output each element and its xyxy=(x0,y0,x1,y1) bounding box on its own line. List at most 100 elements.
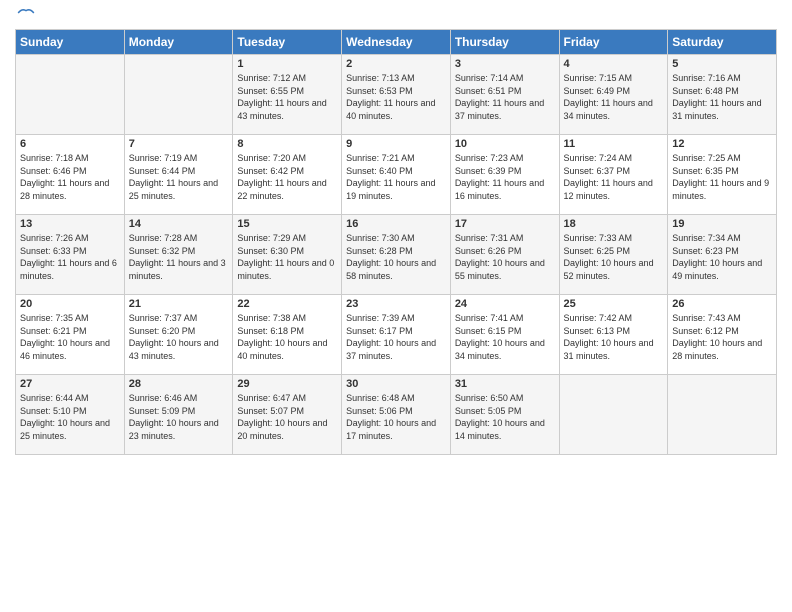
day-number: 31 xyxy=(455,378,555,390)
calendar-cell: 29Sunrise: 6:47 AM Sunset: 5:07 PM Dayli… xyxy=(233,375,342,455)
day-header-wednesday: Wednesday xyxy=(342,30,451,55)
cell-content: Sunrise: 7:23 AM Sunset: 6:39 PM Dayligh… xyxy=(455,152,555,202)
cell-content: Sunrise: 6:44 AM Sunset: 5:10 PM Dayligh… xyxy=(20,392,120,442)
calendar-cell xyxy=(124,55,233,135)
day-number: 23 xyxy=(346,298,446,310)
calendar-cell: 30 Sunrise: 6:48 AM Sunset: 5:06 PM Dayli… xyxy=(342,375,451,455)
calendar-cell: 24 Sunrise: 7:41 AM Sunset: 6:15 PM Dayli… xyxy=(450,295,559,375)
calendar-cell xyxy=(16,55,125,135)
cell-content: Sunrise: 7:43 AM Sunset: 6:12 PM Dayligh… xyxy=(672,312,772,362)
day-number: 14 xyxy=(129,218,229,230)
calendar-cell: 6 Sunrise: 7:18 AM Sunset: 6:46 PM Daylig… xyxy=(16,135,125,215)
day-number: 21 xyxy=(129,298,229,310)
day-number: 11 xyxy=(564,138,664,150)
calendar-cell: 7 Sunrise: 7:19 AM Sunset: 6:44 PM Daylig… xyxy=(124,135,233,215)
day-number: 24 xyxy=(455,298,555,310)
cell-content: Sunrise: 7:42 AM Sunset: 6:13 PM Dayligh… xyxy=(564,312,664,362)
calendar-cell: 2 Sunrise: 7:13 AM Sunset: 6:53 PM Daylig… xyxy=(342,55,451,135)
day-number: 1 xyxy=(237,58,337,70)
day-number: 13 xyxy=(20,218,120,230)
calendar-body: 1 Sunrise: 7:12 AM Sunset: 6:55 PM Daylig… xyxy=(16,55,777,455)
cell-content: Sunrise: 7:13 AM Sunset: 6:53 PM Dayligh… xyxy=(346,72,446,122)
cell-content: Sunrise: 6:46 AM Sunset: 5:09 PM Dayligh… xyxy=(129,392,229,442)
cell-content: Sunrise: 7:37 AM Sunset: 6:20 PM Dayligh… xyxy=(129,312,229,362)
calendar-cell: 15Sunrise: 7:29 AM Sunset: 6:30 PM Dayli… xyxy=(233,215,342,295)
day-header-thursday: Thursday xyxy=(450,30,559,55)
day-number: 2 xyxy=(346,58,446,70)
calendar-cell: 27Sunrise: 6:44 AM Sunset: 5:10 PM Dayli… xyxy=(16,375,125,455)
day-number: 18 xyxy=(564,218,664,230)
calendar-cell: 18 Sunrise: 7:33 AM Sunset: 6:25 PM Dayli… xyxy=(559,215,668,295)
calendar-cell: 12Sunrise: 7:25 AM Sunset: 6:35 PM Dayli… xyxy=(668,135,777,215)
calendar-table: SundayMondayTuesdayWednesdayThursdayFrid… xyxy=(15,29,777,455)
calendar-cell: 5Sunrise: 7:16 AM Sunset: 6:48 PM Daylig… xyxy=(668,55,777,135)
cell-content: Sunrise: 7:28 AM Sunset: 6:32 PM Dayligh… xyxy=(129,232,229,282)
day-header-tuesday: Tuesday xyxy=(233,30,342,55)
day-number: 19 xyxy=(672,218,772,230)
cell-content: Sunrise: 7:35 AM Sunset: 6:21 PM Dayligh… xyxy=(20,312,120,362)
day-number: 15 xyxy=(237,218,337,230)
cell-content: Sunrise: 7:26 AM Sunset: 6:33 PM Dayligh… xyxy=(20,232,120,282)
cell-content: Sunrise: 6:48 AM Sunset: 5:06 PM Dayligh… xyxy=(346,392,446,442)
cell-content: Sunrise: 7:33 AM Sunset: 6:25 PM Dayligh… xyxy=(564,232,664,282)
day-number: 20 xyxy=(20,298,120,310)
day-number: 29 xyxy=(237,378,337,390)
calendar-cell: 3 Sunrise: 7:14 AM Sunset: 6:51 PM Daylig… xyxy=(450,55,559,135)
day-number: 28 xyxy=(129,378,229,390)
cell-content: Sunrise: 7:41 AM Sunset: 6:15 PM Dayligh… xyxy=(455,312,555,362)
calendar-cell: 4 Sunrise: 7:15 AM Sunset: 6:49 PM Daylig… xyxy=(559,55,668,135)
day-number: 10 xyxy=(455,138,555,150)
day-header-monday: Monday xyxy=(124,30,233,55)
calendar-cell: 31 Sunrise: 6:50 AM Sunset: 5:05 PM Dayli… xyxy=(450,375,559,455)
day-header-sunday: Sunday xyxy=(16,30,125,55)
logo xyxy=(15,15,35,19)
calendar-cell: 13 Sunrise: 7:26 AM Sunset: 6:33 PM Dayli… xyxy=(16,215,125,295)
cell-content: Sunrise: 7:12 AM Sunset: 6:55 PM Dayligh… xyxy=(237,72,337,122)
calendar-cell: 21 Sunrise: 7:37 AM Sunset: 6:20 PM Dayli… xyxy=(124,295,233,375)
day-number: 6 xyxy=(20,138,120,150)
calendar-cell: 14 Sunrise: 7:28 AM Sunset: 6:32 PM Dayli… xyxy=(124,215,233,295)
calendar-week-3: 13 Sunrise: 7:26 AM Sunset: 6:33 PM Dayli… xyxy=(16,215,777,295)
calendar-cell: 10 Sunrise: 7:23 AM Sunset: 6:39 PM Dayli… xyxy=(450,135,559,215)
calendar-week-5: 27Sunrise: 6:44 AM Sunset: 5:10 PM Dayli… xyxy=(16,375,777,455)
calendar-cell xyxy=(668,375,777,455)
day-number: 3 xyxy=(455,58,555,70)
day-number: 17 xyxy=(455,218,555,230)
cell-content: Sunrise: 7:24 AM Sunset: 6:37 PM Dayligh… xyxy=(564,152,664,202)
day-number: 22 xyxy=(237,298,337,310)
calendar-cell: 19Sunrise: 7:34 AM Sunset: 6:23 PM Dayli… xyxy=(668,215,777,295)
cell-content: Sunrise: 7:20 AM Sunset: 6:42 PM Dayligh… xyxy=(237,152,337,202)
day-number: 12 xyxy=(672,138,772,150)
calendar-header-row: SundayMondayTuesdayWednesdayThursdayFrid… xyxy=(16,30,777,55)
calendar-cell: 9 Sunrise: 7:21 AM Sunset: 6:40 PM Daylig… xyxy=(342,135,451,215)
calendar-week-2: 6 Sunrise: 7:18 AM Sunset: 6:46 PM Daylig… xyxy=(16,135,777,215)
calendar-cell: 16 Sunrise: 7:30 AM Sunset: 6:28 PM Dayli… xyxy=(342,215,451,295)
calendar-cell: 20 Sunrise: 7:35 AM Sunset: 6:21 PM Dayli… xyxy=(16,295,125,375)
day-number: 4 xyxy=(564,58,664,70)
day-number: 9 xyxy=(346,138,446,150)
cell-content: Sunrise: 7:38 AM Sunset: 6:18 PM Dayligh… xyxy=(237,312,337,362)
cell-content: Sunrise: 7:39 AM Sunset: 6:17 PM Dayligh… xyxy=(346,312,446,362)
day-number: 5 xyxy=(672,58,772,70)
calendar-week-1: 1 Sunrise: 7:12 AM Sunset: 6:55 PM Daylig… xyxy=(16,55,777,135)
cell-content: Sunrise: 7:19 AM Sunset: 6:44 PM Dayligh… xyxy=(129,152,229,202)
calendar-week-4: 20 Sunrise: 7:35 AM Sunset: 6:21 PM Dayli… xyxy=(16,295,777,375)
cell-content: Sunrise: 7:31 AM Sunset: 6:26 PM Dayligh… xyxy=(455,232,555,282)
day-number: 25 xyxy=(564,298,664,310)
page-header xyxy=(15,15,777,19)
cell-content: Sunrise: 7:18 AM Sunset: 6:46 PM Dayligh… xyxy=(20,152,120,202)
day-header-saturday: Saturday xyxy=(668,30,777,55)
cell-content: Sunrise: 7:14 AM Sunset: 6:51 PM Dayligh… xyxy=(455,72,555,122)
calendar-cell: 17 Sunrise: 7:31 AM Sunset: 6:26 PM Dayli… xyxy=(450,215,559,295)
cell-content: Sunrise: 7:15 AM Sunset: 6:49 PM Dayligh… xyxy=(564,72,664,122)
day-header-friday: Friday xyxy=(559,30,668,55)
day-number: 16 xyxy=(346,218,446,230)
calendar-cell: 25 Sunrise: 7:42 AM Sunset: 6:13 PM Dayli… xyxy=(559,295,668,375)
calendar-cell: 8Sunrise: 7:20 AM Sunset: 6:42 PM Daylig… xyxy=(233,135,342,215)
day-number: 26 xyxy=(672,298,772,310)
cell-content: Sunrise: 6:50 AM Sunset: 5:05 PM Dayligh… xyxy=(455,392,555,442)
cell-content: Sunrise: 7:21 AM Sunset: 6:40 PM Dayligh… xyxy=(346,152,446,202)
cell-content: Sunrise: 7:30 AM Sunset: 6:28 PM Dayligh… xyxy=(346,232,446,282)
day-number: 30 xyxy=(346,378,446,390)
day-number: 7 xyxy=(129,138,229,150)
